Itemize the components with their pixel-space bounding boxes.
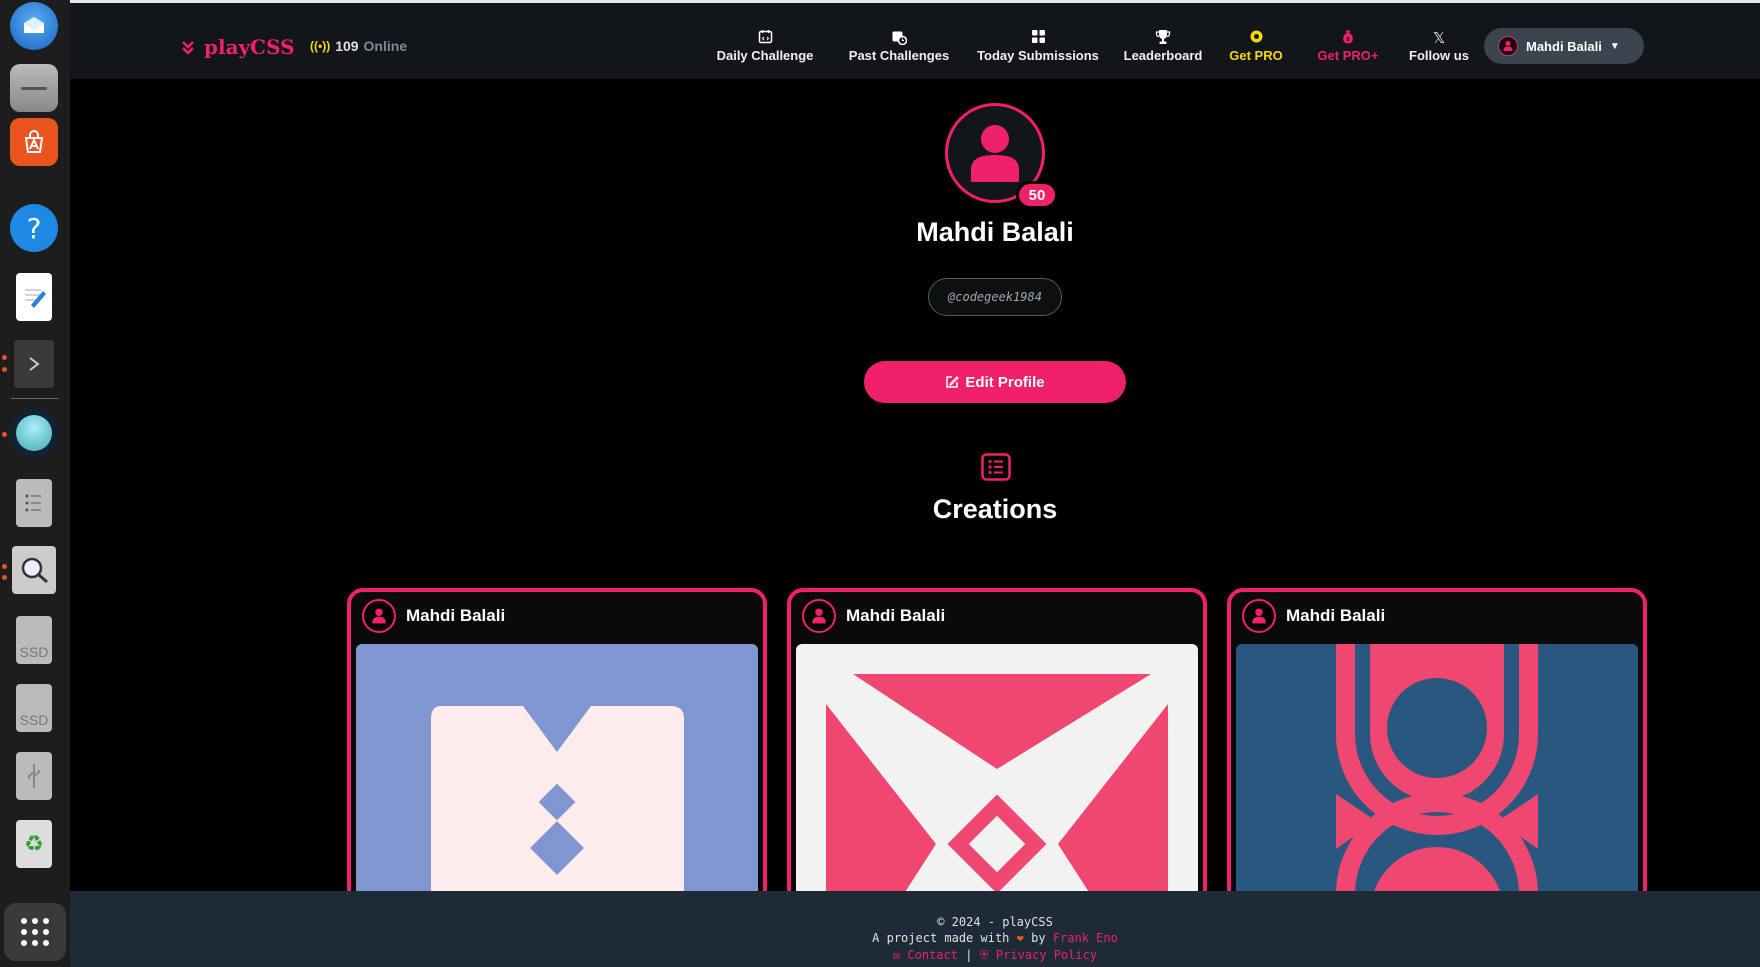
- terminal-icon[interactable]: [14, 340, 54, 388]
- logo-icon: [182, 41, 194, 55]
- profile-page: 50 Mahdi Balali @codegeek1984 Edit Profi…: [70, 79, 1760, 891]
- level-badge: 50: [1016, 181, 1058, 209]
- profile-handle: @codegeek1984: [928, 278, 1062, 316]
- author-link[interactable]: Frank Eno: [1053, 931, 1118, 945]
- nav-follow-us[interactable]: 𝕏 Follow us: [1400, 29, 1478, 63]
- footer-copyright: © 2024 - playCSS: [937, 915, 1053, 929]
- app-dock: ? SSD SSD ♻: [0, 0, 70, 967]
- logo[interactable]: playCSS: [180, 35, 295, 59]
- svg-text:$: $: [1346, 36, 1350, 43]
- drive-icon[interactable]: SSD: [16, 684, 52, 732]
- creation-preview: [356, 644, 758, 891]
- nav-label: Past Challenges: [848, 48, 950, 63]
- gear-badge-icon: [1218, 29, 1294, 47]
- mail-bird-icon[interactable]: [10, 2, 58, 50]
- user-icon: [1498, 36, 1518, 56]
- profile-name: Mahdi Balali: [916, 217, 1074, 247]
- nav-leaderboard[interactable]: Leaderboard: [1106, 29, 1220, 63]
- calendar-clock-icon: [824, 29, 974, 47]
- footer-credits: A project made with ❤ by Frank Eno: [70, 931, 1760, 945]
- by-label: by: [1031, 931, 1046, 945]
- drive-icon[interactable]: SSD: [16, 616, 52, 664]
- text-editor-icon[interactable]: [16, 273, 52, 321]
- nav-get-pro[interactable]: Get PRO: [1218, 29, 1294, 63]
- user-icon: [802, 599, 836, 633]
- folder-icon[interactable]: [10, 64, 58, 112]
- x-logo-icon: 𝕏: [1432, 29, 1446, 47]
- footer: © 2024 - playCSS A project made with ❤ b…: [70, 891, 1760, 967]
- list-icon: [981, 453, 1011, 481]
- help-icon[interactable]: ?: [10, 204, 58, 252]
- mail-icon: ✉: [892, 948, 901, 962]
- online-count: 109: [335, 38, 359, 54]
- nav-get-pro-plus[interactable]: $ Get PRO+: [1304, 29, 1392, 63]
- card-author: Mahdi Balali: [846, 606, 946, 625]
- user-menu-button[interactable]: Mahdi Balali ▼: [1484, 28, 1644, 64]
- creation-card[interactable]: Mahdi Balali: [787, 588, 1207, 891]
- creation-card[interactable]: Mahdi Balali: [347, 588, 767, 891]
- user-icon: [362, 599, 396, 633]
- disk-utility-icon[interactable]: [16, 479, 52, 527]
- caret-down-icon: ▼: [1609, 40, 1620, 52]
- edit-profile-label: Edit Profile: [965, 373, 1045, 391]
- broadcast-icon: ((•)): [310, 39, 331, 53]
- creation-preview: [1236, 644, 1638, 891]
- calendar-code-icon: [698, 29, 832, 47]
- bubble-app-icon[interactable]: [10, 409, 58, 457]
- online-label: Online: [363, 38, 408, 54]
- edit-profile-button[interactable]: Edit Profile: [864, 361, 1126, 403]
- online-indicator: ((•)) 109 Online: [310, 38, 407, 54]
- store-icon[interactable]: [10, 118, 58, 166]
- money-bag-icon: $: [1304, 29, 1392, 47]
- card-author: Mahdi Balali: [1286, 606, 1386, 625]
- user-name: Mahdi Balali: [1526, 38, 1602, 54]
- magnifier-icon[interactable]: [12, 546, 56, 594]
- nav-label: Today Submissions: [977, 48, 1099, 63]
- nav-label: Get PRO+: [1317, 48, 1379, 63]
- nav-label: Leaderboard: [1123, 48, 1203, 63]
- navbar: playCSS ((•)) 109 Online Daily Challenge…: [70, 3, 1760, 79]
- card-author: Mahdi Balali: [406, 606, 506, 625]
- contact-link[interactable]: Contact: [907, 948, 958, 962]
- nav-past-challenges[interactable]: Past Challenges: [824, 29, 974, 63]
- logo-text: playCSS: [204, 35, 295, 59]
- nav-label: Follow us: [1409, 48, 1469, 63]
- heart-icon: ❤: [1016, 931, 1024, 945]
- nav-today-submissions[interactable]: Today Submissions: [957, 29, 1119, 63]
- user-icon: [1242, 599, 1276, 633]
- trophy-icon: [1106, 29, 1220, 47]
- privacy-link[interactable]: Privacy Policy: [996, 948, 1097, 962]
- footer-links: ✉ Contact | ⛨ Privacy Policy: [70, 948, 1760, 963]
- usb-icon[interactable]: [16, 752, 52, 800]
- nav-label: Daily Challenge: [716, 48, 814, 63]
- user-icon: [971, 125, 1019, 182]
- grid-icon: [957, 29, 1119, 47]
- nav-label: Get PRO: [1229, 48, 1283, 63]
- trash-icon[interactable]: ♻: [16, 820, 52, 868]
- shield-icon: ⛨: [979, 948, 989, 962]
- app-grid-icon[interactable]: [4, 903, 66, 961]
- creation-preview: [796, 644, 1198, 891]
- edit-icon: [946, 376, 960, 388]
- creations-title: Creations: [932, 494, 1058, 524]
- made-with-label: A project made with: [872, 931, 1010, 945]
- creation-card[interactable]: Mahdi Balali: [1227, 588, 1647, 891]
- nav-daily-challenge[interactable]: Daily Challenge: [698, 29, 832, 63]
- link-separator: |: [965, 948, 973, 962]
